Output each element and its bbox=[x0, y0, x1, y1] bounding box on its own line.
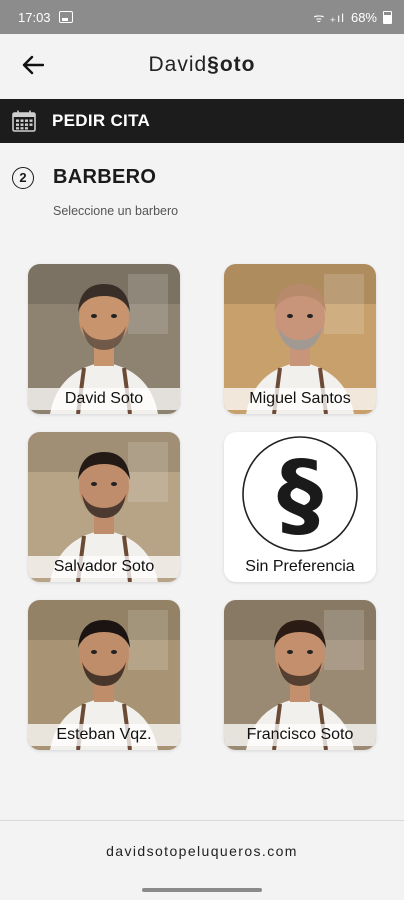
calendar-icon bbox=[12, 110, 36, 132]
step-number-badge: 2 bbox=[12, 166, 34, 189]
brand-logo: David§oto bbox=[148, 53, 255, 77]
gallery-notification-icon bbox=[58, 11, 73, 23]
eye-right bbox=[111, 482, 117, 486]
svg-text:§: § bbox=[277, 441, 323, 548]
photo-window bbox=[128, 274, 168, 334]
photo-window bbox=[128, 610, 168, 670]
connectivity-icons: ᯤ ₊ıl bbox=[313, 10, 345, 25]
website-link[interactable]: davidsotopeluqueros.com bbox=[0, 843, 404, 859]
step-title: BARBERO bbox=[53, 166, 157, 188]
step-heading: 2 BARBERO bbox=[12, 166, 156, 189]
back-arrow-icon bbox=[22, 55, 44, 75]
barber-name: Salvador Soto bbox=[28, 556, 180, 578]
brand-text-left: David bbox=[148, 53, 208, 76]
status-bar: 17:03 ᯤ ₊ıl 68% bbox=[0, 0, 404, 34]
photo-window bbox=[324, 274, 364, 334]
photo-window bbox=[324, 610, 364, 670]
eye-left bbox=[287, 650, 293, 654]
eye-left bbox=[91, 650, 97, 654]
barber-card-sin-preferencia[interactable]: § Sin Preferencia bbox=[224, 432, 376, 582]
home-indicator[interactable] bbox=[142, 888, 262, 892]
section-title: PEDIR CITA bbox=[52, 111, 151, 130]
eye-right bbox=[111, 314, 117, 318]
battery-icon bbox=[383, 10, 392, 24]
status-right: ᯤ ₊ıl 68% bbox=[313, 9, 392, 26]
eye-left bbox=[91, 314, 97, 318]
pedir-cita-bar: PEDIR CITA bbox=[0, 99, 404, 143]
app-header: David§oto bbox=[0, 34, 404, 96]
brand-mark: § bbox=[207, 53, 220, 76]
barber-card-francisco-soto[interactable]: Francisco Soto bbox=[224, 600, 376, 750]
brand-seal-icon: § bbox=[242, 436, 358, 552]
brand-text-right: oto bbox=[219, 53, 256, 76]
eye-right bbox=[307, 650, 313, 654]
battery-percent: 68% bbox=[350, 9, 377, 25]
barber-card-salvador-soto[interactable]: Salvador Soto bbox=[28, 432, 180, 582]
barber-card-esteban-vqz[interactable]: Esteban Vqz. bbox=[28, 600, 180, 750]
photo-window bbox=[128, 442, 168, 502]
barber-name: David Soto bbox=[28, 388, 180, 410]
back-button[interactable] bbox=[20, 52, 46, 78]
footer-divider bbox=[0, 820, 404, 821]
barber-grid: David Soto Miguel Santos Salvador Soto §… bbox=[28, 264, 378, 750]
barber-card-miguel-santos[interactable]: Miguel Santos bbox=[224, 264, 376, 414]
status-left: 17:03 bbox=[18, 10, 73, 25]
eye-right bbox=[307, 314, 313, 318]
eye-left bbox=[91, 482, 97, 486]
status-time: 17:03 bbox=[18, 9, 51, 25]
eye-left bbox=[287, 314, 293, 318]
barber-name: Miguel Santos bbox=[224, 388, 376, 410]
barber-name: Francisco Soto bbox=[224, 724, 376, 746]
barber-card-david-soto[interactable]: David Soto bbox=[28, 264, 180, 414]
step-subtitle: Seleccione un barbero bbox=[53, 204, 179, 218]
barber-name: Esteban Vqz. bbox=[28, 724, 180, 746]
barber-name: Sin Preferencia bbox=[245, 558, 355, 575]
eye-right bbox=[111, 650, 117, 654]
